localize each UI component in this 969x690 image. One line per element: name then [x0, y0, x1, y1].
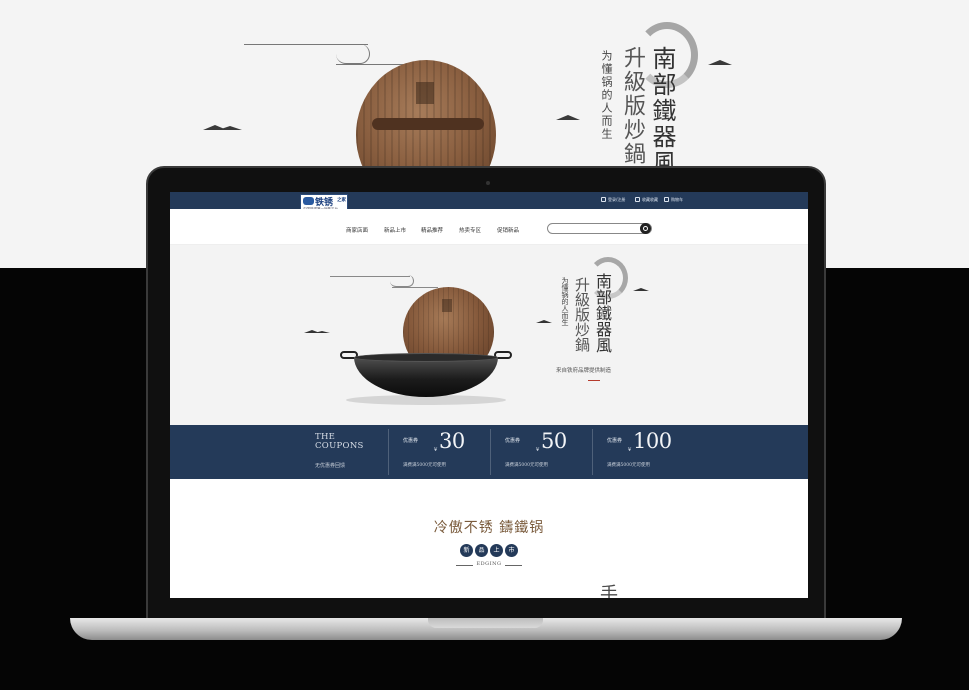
favorites-link[interactable]: 收藏收藏 — [642, 197, 658, 203]
hero-banner: 南部鐵器風 升級版炒鍋 为懂锅的人而生 来自铁府品牌提供制造 — [170, 245, 808, 425]
section-title: 冷傲不锈 鑄鐵锅 — [433, 520, 545, 536]
logo-icon — [303, 197, 314, 205]
coupon-note: 满费满5000元可使用 — [505, 463, 548, 468]
hero-title-sub: 升級版炒鍋 — [573, 277, 591, 352]
cart-link[interactable]: 购物车 — [671, 197, 683, 203]
nav-item-hot[interactable]: 热卖专区 — [459, 226, 481, 234]
nav-item-home[interactable]: 商家店面 — [346, 226, 368, 234]
login-link[interactable]: 登录/注册 — [608, 197, 625, 203]
coupon-amount: 50 — [541, 429, 567, 453]
nav-item-promo[interactable]: 促销新品 — [497, 226, 519, 234]
showcase-tagline: 为懂锅的人而生 — [600, 50, 613, 141]
wok-rim — [354, 353, 498, 362]
coupon-amount: 30 — [439, 429, 465, 453]
coupon-currency: ¥ — [434, 447, 438, 453]
coupon-currency: ¥ — [628, 447, 632, 453]
badge: 品 — [475, 544, 488, 557]
coupon-amount: 100 — [633, 429, 672, 453]
section-edging-label: EDGING — [476, 561, 502, 567]
divider — [505, 565, 522, 566]
lid-handle — [372, 118, 484, 130]
laptop-screen: 登录/注册 收藏收藏 购物车 铁锈 之家 中国铁锈第一销售平台 商家店面 新品上… — [170, 192, 808, 598]
mountain-icon — [536, 320, 552, 323]
next-section-glyph: 手 — [600, 584, 618, 598]
cart-icon — [664, 197, 669, 202]
mountain-icon — [314, 331, 330, 333]
badge: 上 — [490, 544, 503, 557]
logo-badge: 之家 — [337, 198, 346, 203]
ink-line — [392, 287, 438, 288]
user-icon — [601, 197, 606, 202]
top-bar: 登录/注册 收藏收藏 购物车 — [170, 192, 808, 209]
divider — [592, 429, 593, 475]
showcase-title-sub: 升級版炒鍋 — [620, 46, 645, 166]
accent-line — [588, 380, 600, 381]
new-arrivals-badges[interactable]: 新 品 上 市 — [460, 544, 518, 558]
mountain-icon — [556, 115, 580, 120]
webcam — [486, 181, 490, 185]
badge: 新 — [460, 544, 473, 557]
laptop-notch — [428, 618, 543, 628]
hero-tagline: 为懂锅的人而生 — [561, 277, 569, 326]
ink-wave — [336, 44, 370, 64]
divider — [490, 429, 491, 475]
coupon-label: 优惠券 — [505, 438, 521, 444]
nav-item-featured[interactable]: 精品推荐 — [421, 226, 443, 234]
coupons-subtitle: 无优惠券回馈 — [315, 463, 346, 469]
search-input[interactable] — [547, 223, 652, 234]
mountain-icon — [708, 60, 732, 65]
heart-icon — [635, 197, 640, 202]
hero-description: 来自铁府品牌提供制造 — [556, 368, 612, 374]
coupon-label: 优惠券 — [607, 438, 623, 444]
showcase-title-main: 南部鐵器風 — [648, 46, 676, 176]
coupon-label: 优惠券 — [403, 438, 419, 444]
ink-wave — [390, 275, 414, 287]
coupons-title: THE COUPONS — [315, 432, 364, 451]
badge: 市 — [505, 544, 518, 557]
mountain-icon — [633, 288, 649, 291]
wok-image — [354, 357, 498, 397]
coupons-bar: THE COUPONS 无优惠券回馈 优惠券 ¥ 30 满费满5000元可使用 … — [170, 425, 808, 479]
search-icon[interactable] — [640, 223, 651, 234]
coupon-note: 满费满5000元可使用 — [607, 463, 650, 468]
coupon-note: 满费满5000元可使用 — [403, 463, 446, 468]
mountain-icon — [218, 126, 242, 130]
divider — [388, 429, 389, 475]
ink-line — [336, 64, 406, 65]
main-nav: 商家店面 新品上市 精品推荐 热卖专区 促销新品 — [170, 209, 808, 245]
nav-item-new[interactable]: 新品上市 — [384, 226, 406, 234]
coupon-currency: ¥ — [536, 447, 540, 453]
hero-title-main: 南部鐵器風 — [593, 273, 612, 353]
